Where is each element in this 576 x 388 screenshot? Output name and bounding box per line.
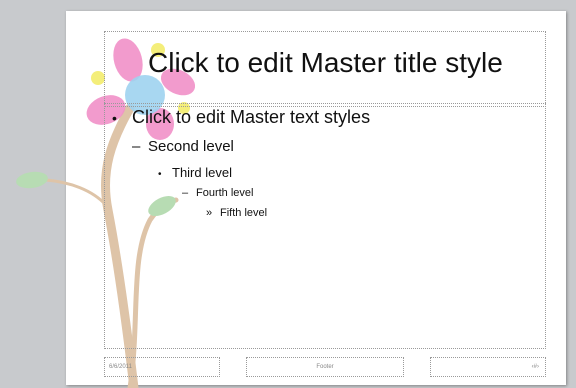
footer-text: Footer <box>316 364 334 370</box>
yellow-dot <box>91 71 105 85</box>
text-level-2-label: Second level <box>148 138 234 155</box>
chevron-bullet-icon: » <box>206 207 213 219</box>
text-level-2[interactable]: – Second level <box>132 138 234 155</box>
bullet-icon: • <box>158 169 162 180</box>
flower-stem-side <box>45 178 108 207</box>
slide-number-placeholder[interactable]: ‹#› <box>430 357 546 377</box>
text-level-5-label: Fifth level <box>220 207 268 219</box>
text-level-3[interactable]: • Third level <box>158 165 232 180</box>
bullet-icon: • <box>112 110 117 127</box>
slide-number-text: ‹#› <box>531 364 539 370</box>
date-placeholder[interactable]: 6/6/2011 <box>104 357 220 377</box>
dash-bullet-icon: – <box>132 138 141 155</box>
text-level-4-label: Fourth level <box>196 187 254 199</box>
text-level-1-label: Click to edit Master text styles <box>132 107 371 127</box>
slide-workspace: Click to edit Master title style • Click … <box>0 0 576 388</box>
text-level-1[interactable]: • Click to edit Master text styles <box>112 107 370 128</box>
master-slide[interactable]: Click to edit Master title style • Click … <box>16 11 566 388</box>
date-text: 6/6/2011 <box>109 364 132 370</box>
leaf-left <box>16 171 48 189</box>
text-level-3-label: Third level <box>172 165 232 180</box>
footer-placeholder[interactable]: Footer <box>246 357 404 377</box>
dash-bullet-icon: – <box>182 187 189 199</box>
text-level-4[interactable]: – Fourth level <box>182 187 253 199</box>
slide-title[interactable]: Click to edit Master title style <box>148 47 503 79</box>
text-level-5[interactable]: » Fifth level <box>206 207 267 219</box>
